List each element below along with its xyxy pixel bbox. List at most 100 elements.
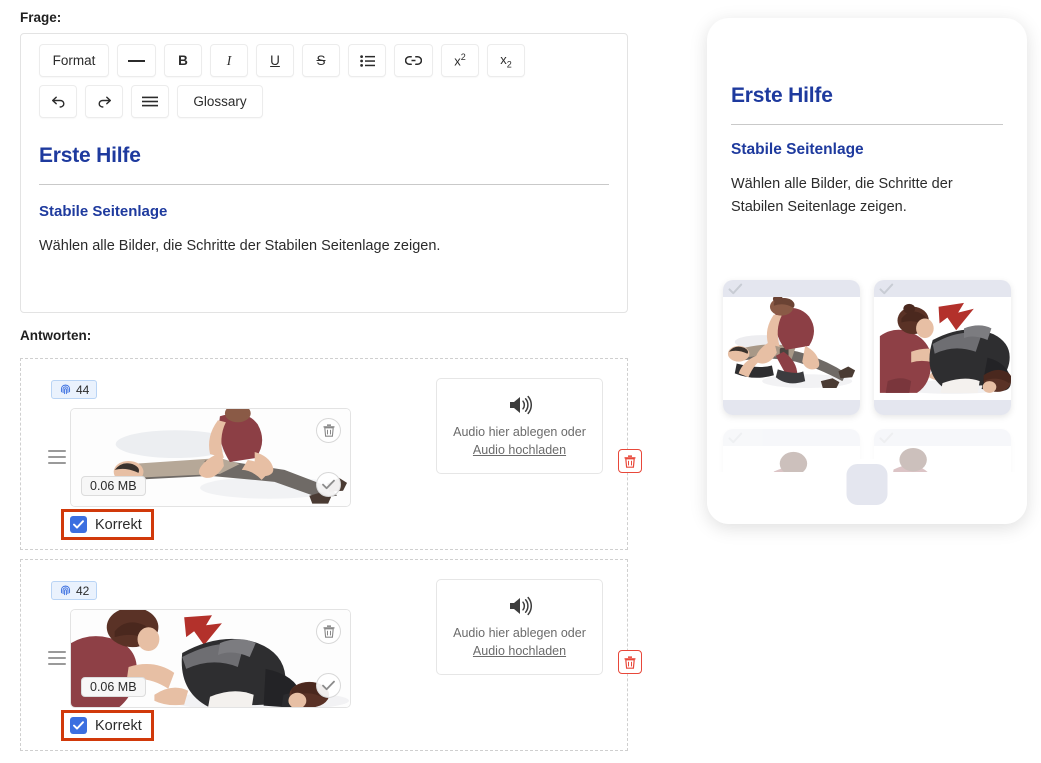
- bullet-list-button[interactable]: [348, 44, 386, 77]
- subscript-icon: x2: [500, 51, 512, 70]
- file-size-chip: 0.06 MB: [81, 677, 146, 697]
- horizontal-rule-icon: [128, 59, 145, 62]
- audio-drop-text: Audio hier ablegen oder: [453, 626, 586, 640]
- speaker-icon: [509, 395, 532, 415]
- card-check-icon: [728, 432, 743, 444]
- checkmark-icon: [73, 520, 84, 529]
- bold-icon: B: [178, 53, 188, 68]
- correct-label: Korrekt: [95, 516, 142, 533]
- audio-dropzone[interactable]: Audio hier ablegen oder Audio hochladen: [436, 378, 603, 474]
- usage-count-badge[interactable]: 44: [51, 380, 98, 399]
- editor-divider: [39, 184, 609, 185]
- glossary-button[interactable]: Glossary: [177, 85, 263, 118]
- superscript-button[interactable]: x2: [441, 44, 479, 77]
- bold-button[interactable]: B: [164, 44, 202, 77]
- preview-heading: Erste Hilfe: [731, 84, 833, 107]
- strikethrough-icon: S: [316, 53, 326, 68]
- card-top-bar: [874, 280, 1011, 297]
- format-label: Format: [52, 53, 96, 68]
- editor-paragraph: Wählen alle Bilder, die Schritte der Sta…: [39, 238, 441, 254]
- antworten-label: Antworten:: [20, 328, 92, 343]
- usage-count-badge[interactable]: 42: [51, 581, 98, 600]
- checkmark-icon: [73, 721, 84, 730]
- trash-icon: [624, 454, 636, 468]
- editor-subheading: Stabile Seitenlage: [39, 203, 168, 220]
- superscript-icon: x2: [454, 52, 466, 69]
- delete-image-button[interactable]: [316, 619, 341, 644]
- card-top-bar: [723, 429, 860, 446]
- audio-upload-link[interactable]: Audio hochladen: [473, 443, 566, 457]
- correct-checkbox[interactable]: [70, 717, 87, 734]
- correct-label: Korrekt: [95, 717, 142, 734]
- mark-image-button[interactable]: [316, 673, 341, 698]
- frage-label: Frage:: [20, 10, 62, 25]
- correct-answer-toggle[interactable]: Korrekt: [61, 710, 154, 741]
- home-button[interactable]: [841, 459, 893, 510]
- preview-header: Erste Hilfe Stabile Seitenlage Wählen al…: [707, 18, 1027, 220]
- speaker-icon: [509, 596, 532, 616]
- check-icon: [322, 680, 335, 691]
- redo-button[interactable]: [85, 85, 123, 118]
- link-icon: [405, 56, 422, 65]
- subscript-button[interactable]: x2: [487, 44, 525, 77]
- audio-upload-link[interactable]: Audio hochladen: [473, 644, 566, 658]
- answer-image-card[interactable]: 0.06 MB: [70, 609, 351, 708]
- align-button[interactable]: [131, 85, 169, 118]
- drag-handle[interactable]: [48, 651, 66, 665]
- strikethrough-button[interactable]: S: [302, 44, 340, 77]
- answer-row: 44 0.06 MB Korrekt Audio hier ablegen od…: [20, 358, 642, 550]
- underline-icon: U: [270, 53, 280, 68]
- preview-subheading: Stabile Seitenlage: [731, 141, 864, 158]
- underline-button[interactable]: U: [256, 44, 294, 77]
- mark-image-button[interactable]: [316, 472, 341, 497]
- preview-art-2: [874, 297, 1011, 399]
- undo-icon: [51, 96, 65, 108]
- undo-button[interactable]: [39, 85, 77, 118]
- italic-button[interactable]: I: [210, 44, 248, 77]
- card-check-icon: [879, 283, 894, 295]
- correct-answer-toggle[interactable]: Korrekt: [61, 509, 154, 540]
- editor-content-area[interactable]: Erste Hilfe Stabile Seitenlage Wählen al…: [21, 126, 627, 254]
- card-check-icon: [879, 432, 894, 444]
- card-bottom-bar: [874, 400, 1011, 415]
- toolbar-row-1: Format B I U S x2 x2: [39, 44, 617, 77]
- mobile-preview-screen: Erste Hilfe Stabile Seitenlage Wählen al…: [707, 18, 1027, 524]
- italic-icon: I: [226, 52, 232, 68]
- audio-dropzone[interactable]: Audio hier ablegen oder Audio hochladen: [436, 579, 603, 675]
- editor-column: Frage: Format B I U S x2 x2 Glossary Ers…: [0, 0, 650, 763]
- mobile-preview-panel: Erste Hilfe Stabile Seitenlage Wählen al…: [707, 18, 1027, 524]
- redo-icon: [97, 96, 111, 108]
- fingerprint-icon: [60, 585, 71, 596]
- link-button[interactable]: [394, 44, 433, 77]
- delete-answer-button[interactable]: [618, 650, 642, 674]
- check-icon: [322, 479, 335, 490]
- editor-heading: Erste Hilfe: [39, 144, 141, 167]
- answer-image-card[interactable]: 0.06 MB: [70, 408, 351, 507]
- audio-drop-text: Audio hier ablegen oder: [453, 425, 586, 439]
- answer-row: 42 0.06 MB Korrekt Audio hier ablegen od…: [20, 559, 642, 751]
- preview-art-1: [723, 297, 860, 399]
- preview-image-card[interactable]: [723, 280, 860, 415]
- card-top-bar: [723, 280, 860, 297]
- preview-paragraph: Wählen alle Bilder, die Schritte der Sta…: [731, 176, 953, 216]
- trash-icon: [323, 625, 334, 638]
- fingerprint-icon: [60, 384, 71, 395]
- card-top-bar: [874, 429, 1011, 446]
- card-bottom-bar: [723, 400, 860, 415]
- delete-answer-button[interactable]: [618, 449, 642, 473]
- usage-count-value: 42: [76, 583, 90, 598]
- file-size-chip: 0.06 MB: [81, 476, 146, 496]
- horizontal-rule-button[interactable]: [117, 44, 156, 77]
- glossary-label: Glossary: [193, 94, 247, 109]
- toolbar-row-2: Glossary: [39, 85, 617, 118]
- align-icon: [142, 96, 158, 107]
- rich-text-editor: Format B I U S x2 x2 Glossary Erste Hilf…: [20, 33, 628, 313]
- format-dropdown-button[interactable]: Format: [39, 44, 109, 77]
- trash-icon: [323, 424, 334, 437]
- delete-image-button[interactable]: [316, 418, 341, 443]
- page-root: Frage: Format B I U S x2 x2 Glossary Ers…: [0, 0, 1041, 763]
- bullet-list-icon: [359, 54, 375, 67]
- correct-checkbox[interactable]: [70, 516, 87, 533]
- drag-handle[interactable]: [48, 450, 66, 464]
- preview-image-card[interactable]: [874, 280, 1011, 415]
